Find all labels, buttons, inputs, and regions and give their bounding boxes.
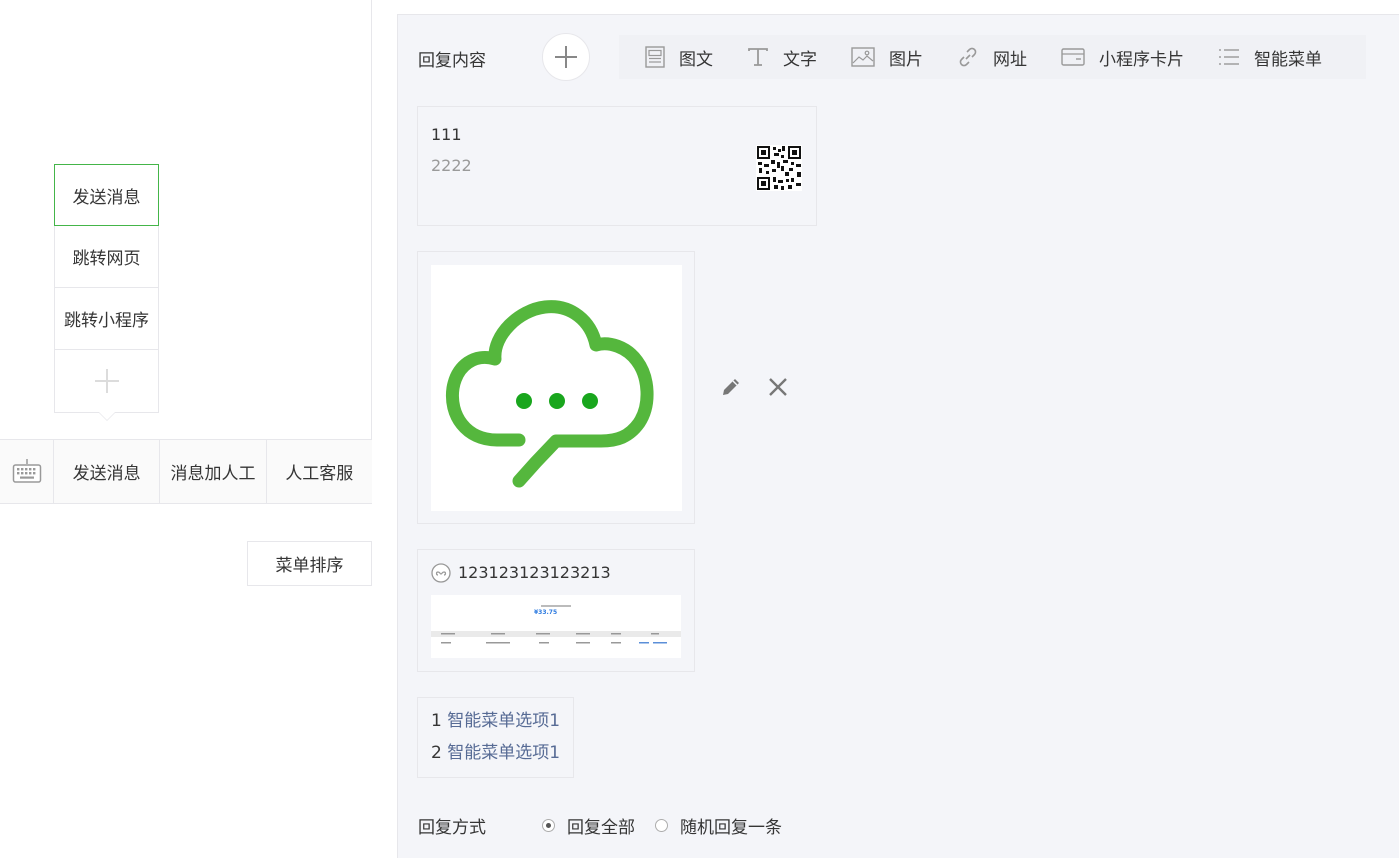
tool-image-label: 图片 [889,49,923,70]
radio-reply-all-label: 回复全部 [567,818,635,838]
smart-menu-reply-card[interactable]: 1 智能菜单选项1 2 智能菜单选项1 [417,697,574,778]
list-icon [1219,49,1239,65]
tool-url[interactable]: 网址 [957,45,1027,70]
plus-icon [555,46,577,68]
article-icon [645,46,665,68]
miniprogram-thumb-amount: ¥33.75 [534,609,558,616]
text-icon [748,48,768,66]
add-reply-button[interactable] [542,33,590,81]
tool-article-label: 图文 [679,49,713,70]
text-card-desc: 2222 [431,156,472,175]
cloud-chat-icon [445,300,654,488]
menubar-item-send-message[interactable]: 发送消息 [54,440,161,503]
tool-text-label: 文字 [783,49,817,70]
tool-miniprogram-card-label: 小程序卡片 [1099,49,1184,70]
menubar-item-message-human[interactable]: 消息加人工 [160,440,267,503]
keyboard-icon [12,458,41,483]
tool-text[interactable]: 文字 [747,45,817,70]
menu-sort-button[interactable]: 菜单排序 [247,541,372,586]
reply-type-toolbar: 图文 文字 图片 网址 小程序卡片 智能菜单 [619,35,1366,79]
plus-icon [94,369,119,393]
smart-menu-text[interactable]: 智能菜单选项1 [447,743,560,763]
edit-icon[interactable] [720,376,742,398]
tool-image[interactable]: 图片 [851,45,923,70]
miniprogram-thumbnail: ¥33.75 [431,595,681,658]
tool-smart-menu[interactable]: 智能菜单 [1218,45,1322,70]
reply-content-label: 回复内容 [418,51,486,71]
card-icon [1061,48,1085,66]
submenu-add-button[interactable] [54,350,159,413]
tool-miniprogram-card[interactable]: 小程序卡片 [1061,45,1184,70]
tool-article[interactable]: 图文 [645,45,713,70]
keyboard-toggle[interactable] [0,440,54,503]
text-reply-card[interactable]: 111 2222 [417,106,817,226]
smart-menu-option-2[interactable]: 2 智能菜单选项1 [431,743,560,763]
menubar-item-human-service[interactable]: 人工客服 [267,440,372,503]
submenu: 发送消息 跳转网页 跳转小程序 [54,164,159,413]
smart-menu-num: 1 [431,711,442,731]
submenu-item-jump-miniprogram[interactable]: 跳转小程序 [54,288,159,350]
reply-mode-label: 回复方式 [418,818,486,838]
text-card-title: 111 [431,125,462,144]
miniprogram-reply-card[interactable]: 123123123123213 ¥33.75 [417,549,695,672]
radio-reply-all[interactable]: 回复全部 [542,813,635,838]
submenu-item-jump-webpage[interactable]: 跳转网页 [54,226,159,288]
radio-button-checked[interactable] [542,819,555,832]
close-icon[interactable] [768,377,788,397]
table-thumbnail-image [431,605,681,644]
smart-menu-option-1[interactable]: 1 智能菜单选项1 [431,711,560,731]
submenu-item-send-message[interactable]: 发送消息 [54,164,159,226]
link-icon [959,47,977,67]
tool-url-label: 网址 [993,49,1027,70]
qrcode-image [756,145,802,191]
miniprogram-title: 123123123123213 [458,563,611,582]
radio-random-reply[interactable]: 随机回复一条 [655,813,782,838]
preview-divider [371,0,372,503]
smart-menu-text[interactable]: 智能菜单选项1 [447,711,560,731]
smart-menu-num: 2 [431,743,442,763]
miniprogram-icon [431,563,451,583]
submenu-arrow-inner [99,412,115,420]
image-icon [851,47,875,67]
radio-random-reply-label: 随机回复一条 [680,818,782,838]
image-reply-card[interactable] [417,251,695,524]
tool-smart-menu-label: 智能菜单 [1254,49,1322,70]
radio-button[interactable] [655,819,668,832]
image-preview [431,265,682,511]
menu-bar: 发送消息 消息加人工 人工客服 [0,439,372,504]
